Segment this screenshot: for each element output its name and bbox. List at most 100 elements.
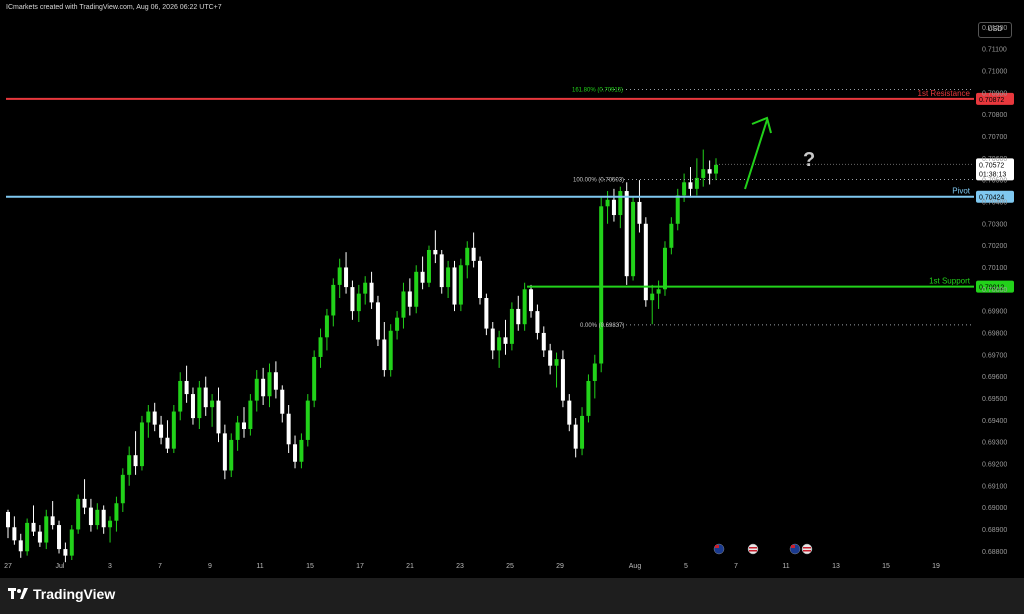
candle: [171, 404, 176, 454]
candle: [388, 324, 393, 377]
y-tick-label: 0.71200: [982, 25, 1007, 32]
candle: [592, 354, 597, 399]
candle: [165, 420, 170, 454]
candle: [650, 284, 655, 325]
fib-level-label: 0.00% (0.69837): [580, 323, 624, 329]
x-tick-label: 17: [356, 563, 364, 570]
candle: [25, 518, 30, 556]
candle: [580, 407, 585, 456]
candle: [139, 415, 144, 471]
au-flag-icon[interactable]: [789, 543, 801, 555]
y-tick-label: 0.69400: [982, 418, 1007, 425]
candle: [656, 280, 661, 309]
candle: [567, 394, 572, 432]
candle: [31, 505, 36, 536]
candle: [618, 186, 623, 229]
candle: [452, 260, 457, 312]
candle: [401, 282, 406, 329]
candle: [261, 367, 266, 405]
projection-arrow: [744, 116, 772, 190]
candle: [152, 402, 157, 432]
candle: [178, 372, 183, 421]
candle: [82, 479, 87, 515]
candle: [573, 418, 578, 458]
candle: [337, 258, 342, 299]
y-tick-label: 0.69200: [982, 461, 1007, 468]
x-tick-label: 27: [4, 563, 12, 570]
candle: [669, 217, 674, 255]
candle: [516, 295, 521, 331]
candle: [458, 258, 463, 312]
tradingview-logo[interactable]: TradingView: [8, 586, 115, 602]
candle: [484, 293, 489, 336]
candle: [369, 271, 374, 309]
fib-level-label: 100.00% (0.70503): [573, 177, 624, 183]
candle: [503, 319, 508, 355]
candle: [280, 385, 285, 423]
au-flag-icon[interactable]: [713, 543, 725, 555]
candle: [248, 394, 253, 436]
y-tick-label: 0.69900: [982, 309, 1007, 316]
candle: [688, 167, 693, 198]
candle: [286, 404, 291, 454]
candle: [273, 361, 278, 399]
y-tick-label: 0.70700: [982, 134, 1007, 141]
candle: [586, 374, 591, 423]
candle: [433, 230, 438, 264]
x-tick-label: 13: [832, 563, 840, 570]
candle: [344, 252, 349, 294]
candle: [382, 322, 387, 377]
candle: [50, 501, 55, 530]
candle: [554, 352, 559, 388]
price-chart[interactable]: 1st Resistance0.70872Pivot0.704241st Sup…: [0, 0, 1024, 614]
level-price-label: 0.70872: [979, 97, 1004, 104]
candle: [541, 326, 546, 357]
candle: [509, 302, 514, 351]
us-flag-icon[interactable]: [801, 543, 813, 555]
footer-bar: [0, 578, 1024, 614]
x-tick-label: 21: [406, 563, 414, 570]
candle: [101, 505, 106, 534]
candle: [235, 415, 240, 451]
candle: [114, 496, 119, 532]
us-flag-icon[interactable]: [747, 543, 759, 555]
x-tick-label: 11: [782, 563, 789, 570]
candle: [190, 387, 195, 425]
candle: [465, 241, 470, 279]
y-tick-label: 0.70500: [982, 178, 1007, 185]
candle: [254, 370, 259, 412]
candle: [694, 158, 699, 196]
candle: [707, 160, 712, 185]
last-price-label: 0.70572: [979, 162, 1004, 169]
y-tick-label: 0.69100: [982, 483, 1007, 490]
candle: [611, 188, 616, 222]
tradingview-logo-icon: [8, 586, 28, 602]
candle: [318, 328, 323, 368]
candle: [490, 322, 495, 360]
x-tick-label: Aug: [629, 563, 642, 570]
candle: [714, 158, 718, 181]
candle: [599, 197, 604, 373]
x-tick-label: 7: [158, 563, 162, 570]
candle: [222, 424, 227, 480]
candle: [331, 278, 336, 327]
candle: [203, 376, 208, 416]
candle: [375, 295, 380, 347]
candle: [12, 516, 17, 545]
level-name: Pivot: [952, 187, 971, 196]
x-tick-label: 3: [108, 563, 112, 570]
candle: [407, 278, 412, 316]
candle: [414, 265, 419, 314]
candle: [133, 431, 138, 475]
y-tick-label: 0.69500: [982, 396, 1007, 403]
y-tick-label: 0.68900: [982, 527, 1007, 534]
candle: [88, 498, 93, 532]
y-tick-label: 0.71000: [982, 68, 1007, 75]
candle: [350, 280, 355, 320]
y-tick-label: 0.71100: [982, 47, 1007, 54]
y-tick-label: 0.69800: [982, 330, 1007, 337]
candle: [44, 509, 49, 550]
candle: [229, 433, 234, 478]
y-tick-label: 0.70300: [982, 221, 1007, 228]
y-tick-label: 0.69600: [982, 374, 1007, 381]
